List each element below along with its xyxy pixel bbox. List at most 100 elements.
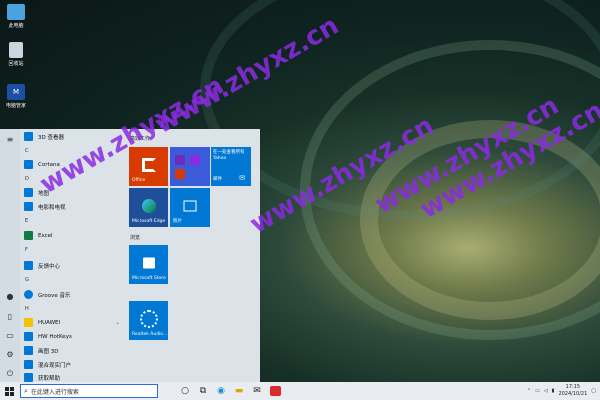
mail-icon: ✉ <box>239 174 245 182</box>
notification-icon[interactable]: ▢ <box>591 388 596 394</box>
user-avatar-icon[interactable]: ● <box>5 292 15 302</box>
app-label: HW HotKeys <box>38 333 72 340</box>
power-icon[interactable]: ⏻ <box>5 369 15 379</box>
section-letter[interactable]: E <box>25 218 28 224</box>
file-explorer-icon[interactable]: ▬ <box>230 382 248 400</box>
tile-app-folder[interactable] <box>170 147 210 186</box>
chevron-down-icon: ⌄ <box>115 319 120 326</box>
list-item[interactable]: HUAWEI ⌄ <box>24 316 124 329</box>
app-label: 3D 查看器 <box>38 134 64 141</box>
office-icon <box>141 157 156 172</box>
tile-label: Office <box>132 178 146 183</box>
desktop-icon-label: 回收站 <box>8 61 24 67</box>
cortana-icon <box>24 160 33 169</box>
tile-store[interactable]: Microsoft Store <box>129 245 168 284</box>
cortana-circle-icon[interactable]: ○ <box>176 382 194 400</box>
volume-icon[interactable]: ◁ <box>544 388 548 394</box>
tile-label: Microsoft Edge <box>132 219 166 224</box>
section-letter[interactable]: C <box>25 148 29 154</box>
section-letter[interactable]: G <box>25 277 29 283</box>
tile-photos[interactable]: 照片 <box>170 188 210 227</box>
tile-label: 照片 <box>173 219 182 224</box>
tile-label: Microsoft Store <box>132 276 166 281</box>
realtek-audio-icon <box>139 309 158 328</box>
section-letter[interactable]: F <box>25 247 28 253</box>
group-title-browse[interactable]: 浏览 <box>130 234 140 241</box>
start-menu: ≡ ● ▯ ▭ ⚙ ⏻ 3D 查看器 C Cortana D 地图 电影和电视 … <box>0 129 260 382</box>
documents-icon[interactable]: ▯ <box>5 312 15 322</box>
list-item[interactable]: 混合现实门户 <box>24 358 124 371</box>
tile-mail[interactable]: 在一处查看所有 Yahoo 邮件 ✉ <box>211 147 251 186</box>
mail-taskbar-icon[interactable]: ✉ <box>248 382 266 400</box>
edge-taskbar-icon[interactable]: ◉ <box>212 382 230 400</box>
tile-office[interactable]: Office <box>129 147 168 186</box>
section-letter[interactable]: H <box>25 306 29 312</box>
paint3d-icon <box>24 346 33 355</box>
store-bag-icon <box>142 257 155 269</box>
system-tray: ⌃ ▭ ◁ ▮ 17:15 2024/10/21 ▢ <box>527 382 596 400</box>
desktop-icon-pc-manager[interactable]: M 电脑管家 <box>2 84 30 109</box>
wps-icon[interactable] <box>266 382 284 400</box>
search-placeholder: 在此键入进行搜索 <box>30 388 79 396</box>
search-icon: ⌕ <box>24 386 28 395</box>
taskbar: ⌕ 在此键入进行搜索 ○ ⧉ ◉ ▬ ✉ ⌃ ▭ ◁ ▮ 17:15 2024/… <box>0 382 600 400</box>
maps-icon <box>24 188 33 197</box>
list-item[interactable]: 画图 3D <box>24 344 124 357</box>
settings-gear-icon[interactable]: ⚙ <box>5 350 15 360</box>
desktop-icon-label: 电脑管家 <box>5 103 26 109</box>
tile-label: 在一处查看所有 Yahoo <box>213 150 245 161</box>
windows-start-icon[interactable] <box>0 382 18 400</box>
tile-label: Realtek Audio... <box>132 332 168 337</box>
desktop-icon-this-pc[interactable]: 此电脑 <box>2 4 30 29</box>
tile-realtek-audio[interactable]: Realtek Audio... <box>129 301 168 340</box>
hw-hotkeys-icon <box>24 332 33 341</box>
app-label: 电影和电视 <box>38 204 66 211</box>
chevron-up-icon[interactable]: ⌃ <box>527 388 531 394</box>
clock-date: 2024/10/21 <box>558 391 588 397</box>
skype-icon <box>175 155 185 165</box>
list-item[interactable]: 电影和电视 <box>24 200 124 213</box>
app-label: Excel <box>38 232 53 239</box>
3d-viewer-icon <box>24 132 33 141</box>
list-item[interactable]: Groove 音乐 <box>24 288 124 301</box>
list-item[interactable]: 地图 <box>24 186 124 199</box>
feedback-icon <box>24 261 33 270</box>
list-item[interactable]: Excel <box>24 229 124 242</box>
task-view-icon[interactable]: ⧉ <box>194 382 212 400</box>
network-icon[interactable]: ▭ <box>535 388 540 394</box>
list-item[interactable]: HW HotKeys <box>24 330 124 343</box>
app-label: 反馈中心 <box>38 263 61 270</box>
section-letter[interactable]: D <box>25 176 29 182</box>
desktop-icon-label: 此电脑 <box>8 23 24 29</box>
hamburger-icon[interactable]: ≡ <box>5 135 15 145</box>
recycle-bin-icon <box>9 42 23 58</box>
clock[interactable]: 17:15 2024/10/21 <box>558 384 587 398</box>
mixed-reality-icon <box>24 360 33 369</box>
search-box[interactable]: ⌕ 在此键入进行搜索 <box>20 384 158 398</box>
app-label: HUAWEI <box>38 319 61 326</box>
help-icon <box>24 373 33 382</box>
start-rail: ≡ ● ▯ ▭ ⚙ ⏻ <box>0 129 20 382</box>
groove-icon <box>24 290 33 299</box>
app-label: 画图 3D <box>38 348 59 355</box>
app-label: 获取帮助 <box>38 375 61 382</box>
movies-icon <box>24 202 33 211</box>
pictures-icon[interactable]: ▭ <box>5 331 15 341</box>
app-label: Groove 音乐 <box>38 292 71 299</box>
desktop: 此电脑 回收站 M 电脑管家 ≡ ● ▯ ▭ ⚙ ⏻ 3D 查看器 C Cort… <box>0 0 600 400</box>
computer-icon <box>7 4 25 20</box>
pc-manager-icon: M <box>7 84 25 100</box>
app-label: 混合现实门户 <box>38 362 72 369</box>
battery-icon[interactable]: ▮ <box>552 388 555 394</box>
list-item[interactable]: 反馈中心 <box>24 259 124 272</box>
onenote-icon <box>190 155 200 165</box>
tile-label: 邮件 <box>213 177 222 182</box>
clock-time: 17:15 <box>565 384 581 390</box>
tile-edge[interactable]: Microsoft Edge <box>129 188 168 227</box>
photos-icon <box>183 200 197 212</box>
edge-icon <box>141 198 156 213</box>
desktop-icon-recycle-bin[interactable]: 回收站 <box>2 42 30 67</box>
excel-icon <box>24 231 33 240</box>
folder-icon <box>24 318 33 327</box>
powerpoint-icon <box>175 169 185 179</box>
